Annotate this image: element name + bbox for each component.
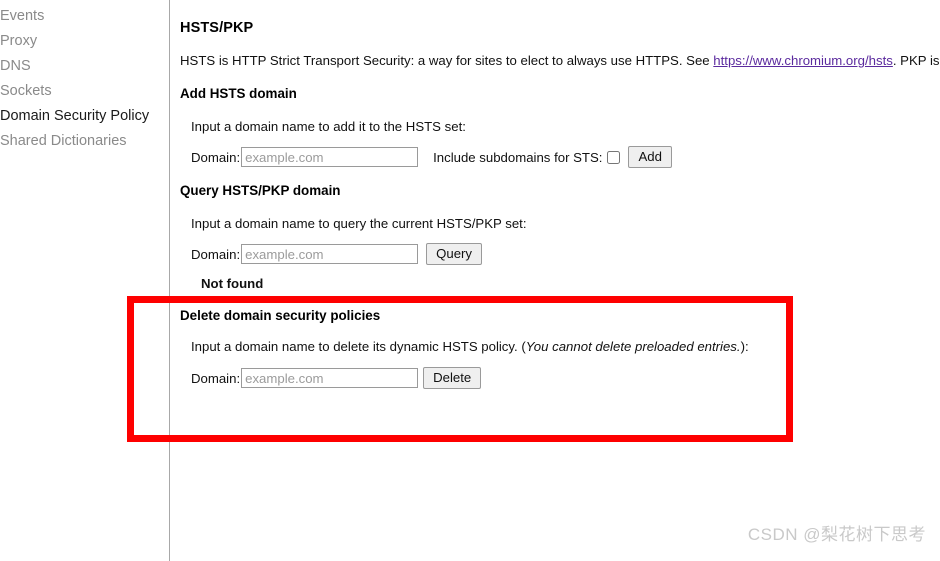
chromium-hsts-link[interactable]: https://www.chromium.org/hsts — [713, 53, 893, 68]
add-hsts-domain-heading: Add HSTS domain — [180, 86, 297, 101]
watermark: CSDN @梨花树下思考 — [747, 525, 926, 544]
query-hsts-pkp-domain-heading: Query HSTS/PKP domain — [180, 183, 341, 198]
delete-domain-input[interactable] — [241, 368, 419, 388]
delete-domain-description: Input a domain name to delete its dynami… — [191, 339, 749, 354]
delete-domain-security-policies-heading: Delete domain security policies — [180, 308, 381, 323]
add-button[interactable]: Add — [628, 146, 672, 168]
sidebar-item-label: DNS — [0, 58, 31, 74]
add-domain-input[interactable] — [241, 147, 419, 167]
page-title: HSTS/PKP — [180, 20, 254, 36]
sidebar: Events Proxy DNS Sockets Domain Security… — [0, 0, 169, 561]
include-subdomains-sts-label: Include subdomains for STS: — [433, 149, 603, 165]
sidebar-item-label: Sockets — [0, 83, 52, 99]
hsts-description: HSTS is HTTP Strict Transport Security: … — [180, 53, 940, 68]
sidebar-item-proxy[interactable]: Proxy — [0, 29, 169, 54]
main-content: HSTS/PKP HSTS is HTTP Strict Transport S… — [170, 0, 940, 561]
query-hsts-pkp-row: Domain: Query — [191, 243, 483, 265]
delete-domain-label: Domain: — [191, 370, 241, 386]
delete-description-italic: You cannot delete preloaded entries. — [525, 339, 741, 354]
add-hsts-domain-row: Domain: Include subdomains for STS: Add — [191, 146, 672, 168]
sidebar-item-domain-security-policy[interactable]: Domain Security Policy — [0, 104, 169, 129]
sidebar-item-sockets[interactable]: Sockets — [0, 79, 169, 104]
sidebar-item-label: Domain Security Policy — [0, 108, 150, 124]
include-subdomains-sts-checkbox[interactable] — [607, 150, 621, 164]
sidebar-item-dns[interactable]: DNS — [0, 54, 169, 79]
query-domain-input[interactable] — [241, 244, 419, 264]
hsts-description-text-before: HSTS is HTTP Strict Transport Security: … — [180, 53, 714, 68]
hsts-description-text-after: . PKP is Public Key Pinnin — [892, 53, 940, 68]
sidebar-item-label: Proxy — [0, 33, 38, 49]
delete-description-end: ): — [740, 339, 749, 354]
sidebar-item-events[interactable]: Events — [0, 4, 169, 29]
query-button[interactable]: Query — [426, 243, 483, 265]
add-domain-label: Domain: — [191, 149, 241, 165]
query-domain-label: Domain: — [191, 246, 241, 262]
delete-button[interactable]: Delete — [423, 367, 482, 389]
query-hsts-pkp-description: Input a domain name to query the current… — [191, 216, 527, 231]
sidebar-item-label: Shared Dictionaries — [0, 133, 127, 149]
add-hsts-domain-description: Input a domain name to add it to the HST… — [191, 119, 466, 134]
query-result-status: Not found — [201, 276, 264, 291]
delete-domain-row: Domain: Delete — [191, 367, 482, 389]
delete-description-start: Input a domain name to delete its dynami… — [191, 339, 526, 354]
sidebar-item-label: Events — [0, 8, 45, 24]
sidebar-item-shared-dictionaries[interactable]: Shared Dictionaries — [0, 129, 169, 154]
